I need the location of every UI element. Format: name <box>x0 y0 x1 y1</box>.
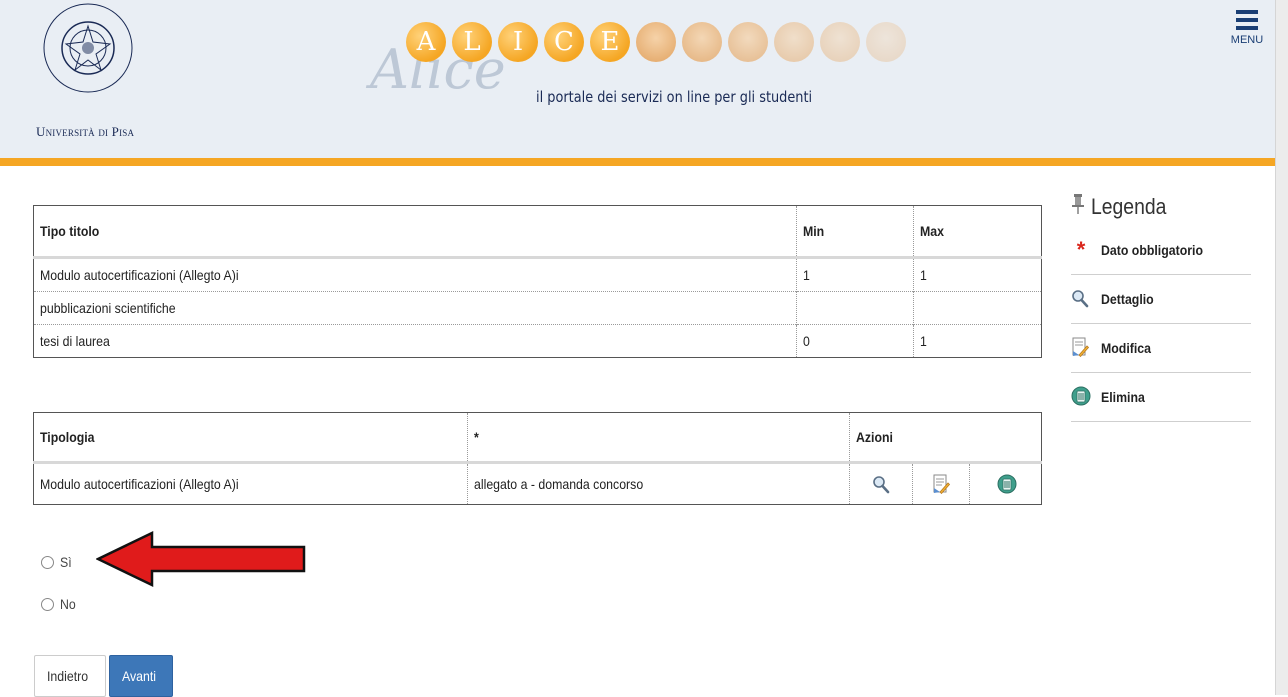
table-row: Modulo autocertificazioni (Allegto A)i 1… <box>33 257 1042 292</box>
radio-option-no[interactable]: No <box>41 596 78 612</box>
trash-icon[interactable] <box>997 474 1016 494</box>
legend-item-label: Dato obbligatorio <box>1101 242 1203 258</box>
trash-icon <box>1071 386 1091 409</box>
column-header-azioni: Azioni <box>849 412 1042 464</box>
cell-tipo: Modulo autocertificazioni (Allegto A)i <box>33 257 797 292</box>
student-face-image <box>636 22 676 62</box>
cell-action-delete <box>969 462 1042 505</box>
radio-yes[interactable] <box>41 555 54 569</box>
banner-letter: C <box>544 22 584 62</box>
attachments-table: Tipologia * Azioni Modulo autocertificaz… <box>33 412 1042 505</box>
cell-description: allegato a - domanda concorso <box>467 462 850 505</box>
university-seal-logo <box>38 2 138 98</box>
table-row: pubblicazioni scientifiche <box>33 291 1042 325</box>
back-button[interactable]: Indietro <box>34 655 106 697</box>
radio-no-label: No <box>60 596 76 612</box>
cell-min <box>796 291 914 325</box>
back-button-label: Indietro <box>46 668 88 684</box>
university-name: Università di Pisa <box>36 124 135 139</box>
table-header-row: Tipologia * Azioni <box>33 412 1042 464</box>
page-scrollbar[interactable] <box>1275 0 1288 695</box>
banner-letter: I <box>498 22 538 62</box>
menu-button[interactable]: MENU <box>1230 10 1264 66</box>
red-arrow-annotation <box>95 531 308 592</box>
column-header-max: Max <box>913 205 1042 259</box>
banner-letter: E <box>590 22 630 62</box>
hamburger-icon <box>1236 10 1258 14</box>
legend-item-required: * Dato obbligatorio <box>1071 226 1251 275</box>
legend-title: Legenda <box>1071 188 1251 226</box>
legend-panel: Legenda * Dato obbligatorio Dettaglio Mo… <box>1071 188 1251 422</box>
cell-max: 1 <box>913 257 1042 292</box>
student-face-image <box>866 22 906 62</box>
portal-tagline: il portale dei servizi on line per gli s… <box>536 88 813 106</box>
column-header-min: Min <box>796 205 914 259</box>
column-header-required: * <box>467 412 850 464</box>
cell-min: 0 <box>796 324 914 358</box>
cell-action-detail <box>849 462 913 505</box>
table-header-row: Tipo titolo Min Max <box>33 205 1042 259</box>
legend-item-label: Elimina <box>1101 389 1145 405</box>
table-row: tesi di laurea 0 1 <box>33 324 1042 358</box>
radio-no[interactable] <box>41 597 54 611</box>
legend-item-detail: Dettaglio <box>1071 275 1251 324</box>
cell-tipo: pubblicazioni scientifiche <box>33 291 797 325</box>
building-image <box>774 22 814 62</box>
hamburger-icon-bar <box>1236 18 1258 22</box>
cell-tipologia: Modulo autocertificazioni (Allegto A)i <box>33 462 468 505</box>
radio-option-yes[interactable]: Sì <box>41 554 73 570</box>
cell-action-edit <box>912 462 970 505</box>
pushpin-icon <box>1071 193 1085 221</box>
next-button[interactable]: Avanti <box>109 655 173 697</box>
magnifier-icon <box>1071 288 1091 311</box>
magnifier-icon[interactable] <box>872 474 890 494</box>
banner-letter: L <box>452 22 492 62</box>
alice-banner: Alice A L I C E il portale dei servizi o… <box>340 10 940 120</box>
column-header-tipologia: Tipologia <box>33 412 468 464</box>
legend-title-text: Legenda <box>1091 194 1167 219</box>
legend-item-label: Dettaglio <box>1101 291 1154 307</box>
banner-letter: A <box>406 22 446 62</box>
legend-item-label: Modifica <box>1101 340 1151 356</box>
edit-icon <box>1071 337 1091 360</box>
next-button-label: Avanti <box>121 668 156 684</box>
asterisk-icon: * <box>1076 237 1086 262</box>
cell-min: 1 <box>796 257 914 292</box>
hamburger-icon-bar <box>1236 26 1258 30</box>
cell-max: 1 <box>913 324 1042 358</box>
student-face-image <box>820 22 860 62</box>
table-row: Modulo autocertificazioni (Allegto A)i a… <box>33 462 1042 505</box>
titles-requirements-table: Tipo titolo Min Max Modulo autocertifica… <box>33 205 1042 358</box>
radio-yes-label: Sì <box>60 554 72 570</box>
cell-tipo: tesi di laurea <box>33 324 797 358</box>
menu-label: MENU <box>1230 34 1264 46</box>
student-face-image <box>682 22 722 62</box>
legend-item-delete: Elimina <box>1071 373 1251 422</box>
cell-max <box>913 291 1042 325</box>
page-header: Università di Pisa Alice A L I C E il po… <box>0 0 1276 166</box>
column-header-tipo-titolo: Tipo titolo <box>33 205 797 259</box>
legend-item-edit: Modifica <box>1071 324 1251 373</box>
edit-icon[interactable] <box>932 474 951 495</box>
student-face-image <box>728 22 768 62</box>
